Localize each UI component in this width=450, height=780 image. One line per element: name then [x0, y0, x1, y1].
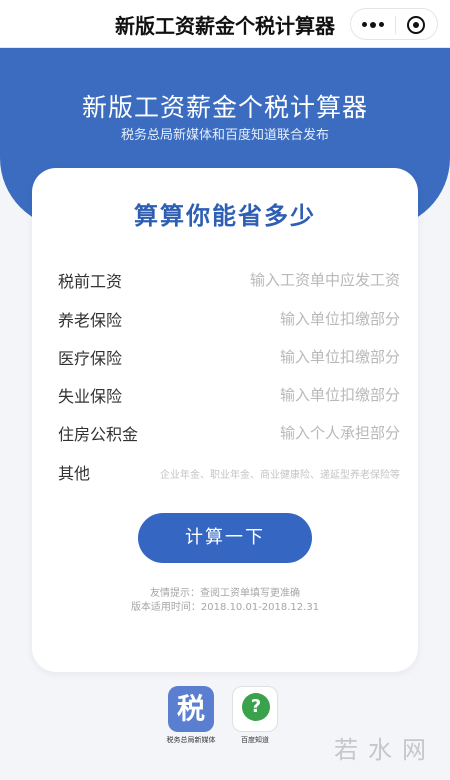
tax-bureau-label: 税务总局新媒体	[166, 736, 216, 744]
field-housing-fund[interactable]: 住房公积金 输入个人承担部分	[58, 419, 400, 445]
baidu-zhidao-logo[interactable]: ?	[232, 686, 278, 732]
field-medical-insurance[interactable]: 医疗保险 输入单位扣缴部分	[58, 343, 400, 369]
hero-title: 新版工资薪金个税计算器	[81, 93, 368, 122]
medical-insurance-input[interactable]: 输入单位扣缴部分	[280, 346, 400, 367]
tip-text: 友情提示：查阅工资单填写更准确	[150, 588, 300, 599]
close-target-icon[interactable]	[407, 16, 425, 34]
miniprogram-capsule	[350, 8, 438, 40]
unemployment-insurance-input[interactable]: 输入单位扣缴部分	[280, 384, 400, 405]
housing-fund-input[interactable]: 输入个人承担部分	[280, 422, 400, 443]
version-text: 版本适用时间：2018.10.01-2018.12.31	[130, 602, 320, 613]
field-pension-insurance[interactable]: 养老保险 输入单位扣缴部分	[58, 305, 400, 331]
field-label: 住房公积金	[58, 425, 139, 444]
card-title: 算算你能省多少	[134, 202, 316, 230]
calculator-card: 算算你能省多少 税前工资 输入工资单中应发工资 养老保险 输入单位扣缴部分 医疗…	[32, 168, 418, 672]
field-label: 失业保险	[58, 387, 123, 406]
field-label: 税前工资	[58, 272, 123, 291]
question-mark-icon: ?	[242, 693, 270, 721]
tax-bureau-logo[interactable]: 税	[168, 686, 214, 732]
more-icon[interactable]	[362, 22, 384, 28]
field-label: 其他	[58, 464, 91, 483]
field-label: 养老保险	[58, 311, 123, 330]
capsule-divider	[395, 16, 396, 34]
baidu-zhidao-label: 百度知道	[241, 736, 269, 744]
field-other[interactable]: 其他 企业年金、职业年金、商业健康险、递延型养老保险等	[58, 458, 400, 484]
navigation-bar: 新版工资薪金个税计算器	[0, 0, 450, 48]
watermark: 若水网	[334, 736, 436, 764]
pretax-salary-input[interactable]: 输入工资单中应发工资	[250, 269, 400, 290]
other-input[interactable]: 企业年金、职业年金、商业健康险、递延型养老保险等	[160, 466, 400, 481]
field-pretax-salary[interactable]: 税前工资 输入工资单中应发工资	[58, 266, 400, 292]
hero-subtitle: 税务总局新媒体和百度知道联合发布	[120, 128, 329, 143]
pension-insurance-input[interactable]: 输入单位扣缴部分	[280, 308, 400, 329]
calculate-button[interactable]: 计算一下	[138, 513, 312, 563]
field-label: 医疗保险	[58, 349, 123, 368]
field-unemployment-insurance[interactable]: 失业保险 输入单位扣缴部分	[58, 381, 400, 407]
